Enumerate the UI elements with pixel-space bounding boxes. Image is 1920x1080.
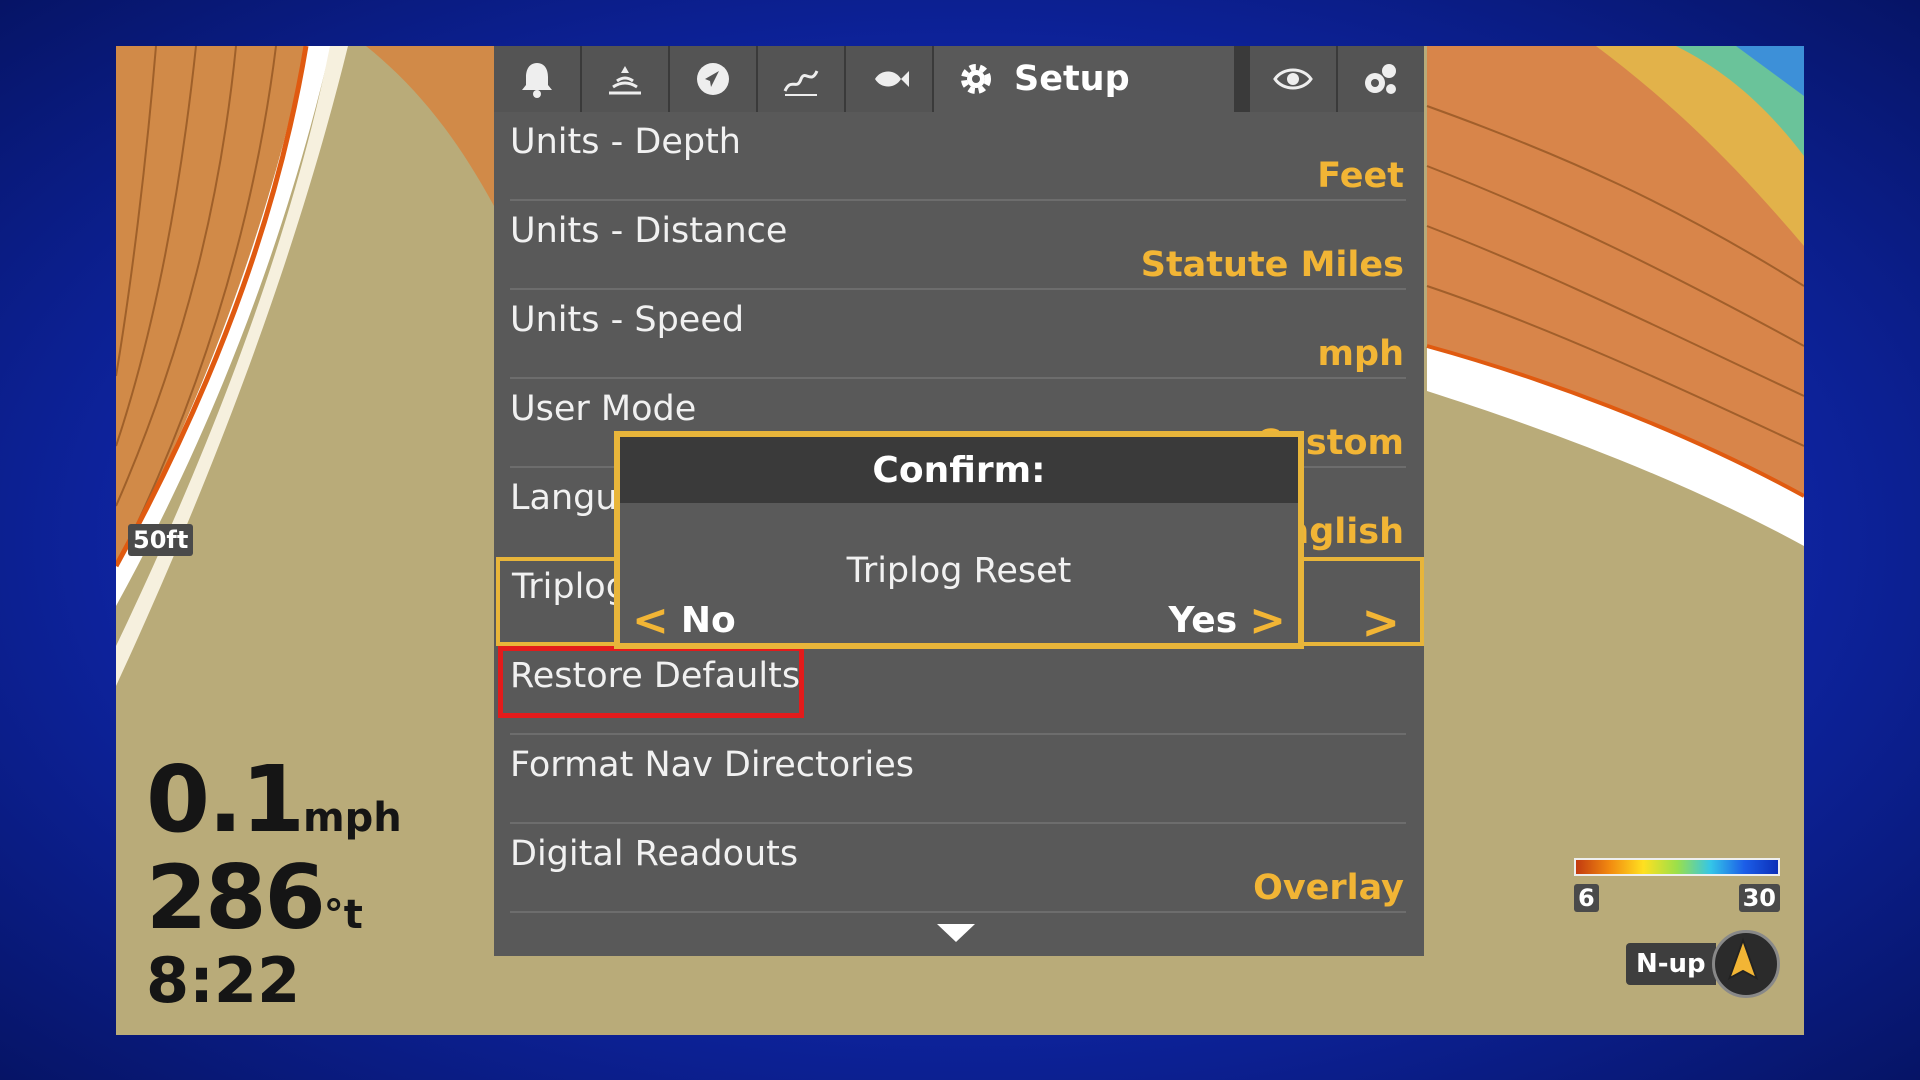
tab-views[interactable] xyxy=(1250,46,1336,112)
tab-navigation[interactable] xyxy=(670,46,756,112)
heading-unit: °t xyxy=(323,892,363,938)
dialog-message: Triplog Reset xyxy=(846,551,1072,591)
accessories-icon xyxy=(1365,64,1396,94)
speed-unit: mph xyxy=(302,795,402,841)
tab-setup[interactable]: Setup xyxy=(934,46,1234,112)
menu-tab-bar: Setup xyxy=(494,46,1424,112)
heading-value: 286 xyxy=(146,846,326,949)
tab-accessories[interactable] xyxy=(1338,46,1424,112)
menu-row-format-nav[interactable]: Format Nav Directories xyxy=(494,735,1424,824)
yes-button[interactable]: Yes > xyxy=(1169,595,1286,646)
menu-row-digital-readouts[interactable]: Digital Readouts Overlay xyxy=(494,824,1424,913)
tab-sonar[interactable] xyxy=(582,46,668,112)
menu-row-units-distance[interactable]: Units - Distance Statute Miles xyxy=(494,201,1424,290)
no-button[interactable]: < No xyxy=(632,595,736,646)
heading-readout: 286°t xyxy=(146,846,363,949)
compass-arrow-icon xyxy=(1711,930,1780,998)
legend-max-label: 30 xyxy=(1738,884,1780,912)
tab-chart[interactable] xyxy=(758,46,844,112)
no-label: No xyxy=(680,600,736,641)
row-label: Units - Distance xyxy=(510,211,788,251)
chevron-right-icon: > xyxy=(1249,595,1286,646)
chevron-right-icon: > xyxy=(1361,595,1400,649)
speed-readout: 0.1mph xyxy=(146,746,402,853)
row-label: Triplog xyxy=(512,567,628,607)
tab-setup-label: Setup xyxy=(1014,59,1130,99)
speed-value: 0.1 xyxy=(146,746,305,853)
confirm-dialog: Confirm: Triplog Reset < No Yes > xyxy=(614,431,1304,649)
tab-alarms[interactable] xyxy=(494,46,580,112)
yes-label: Yes xyxy=(1168,600,1238,641)
depth-color-legend: 6 30 xyxy=(1574,858,1780,912)
scale-label: 50ft xyxy=(128,524,194,556)
divider xyxy=(510,911,1406,913)
legend-min-label: 6 xyxy=(1574,884,1599,912)
eye-icon xyxy=(1273,68,1313,90)
row-label: Digital Readouts xyxy=(510,834,799,874)
menu-row-units-depth[interactable]: Units - Depth Feet xyxy=(494,112,1424,201)
scroll-down-icon[interactable] xyxy=(937,924,975,942)
chevron-left-icon: < xyxy=(632,595,669,646)
row-value: Statute Miles xyxy=(1140,245,1404,285)
fish-icon xyxy=(875,71,909,87)
row-value: mph xyxy=(1317,334,1404,374)
time-readout: 8:22 xyxy=(146,944,301,1017)
restore-defaults-highlight xyxy=(498,646,804,718)
menu-row-units-speed[interactable]: Units - Speed mph xyxy=(494,290,1424,379)
row-value: Feet xyxy=(1317,156,1404,196)
row-value: Overlay xyxy=(1253,868,1404,908)
navigation-icon xyxy=(697,63,729,95)
row-label: User Mode xyxy=(510,389,697,429)
sonar-icon xyxy=(609,66,641,95)
dialog-title: Confirm: xyxy=(620,437,1298,503)
depth-color-bar xyxy=(1574,858,1780,876)
row-label: Units - Speed xyxy=(510,300,745,340)
orientation-indicator[interactable]: N-up xyxy=(1626,930,1780,998)
tab-fish[interactable] xyxy=(846,46,932,112)
alarm-bell-icon xyxy=(522,63,552,98)
chart-icon xyxy=(783,70,819,96)
row-label: Units - Depth xyxy=(510,122,741,162)
row-label: Format Nav Directories xyxy=(510,745,915,785)
gear-icon xyxy=(961,64,991,94)
orientation-label: N-up xyxy=(1626,943,1716,985)
